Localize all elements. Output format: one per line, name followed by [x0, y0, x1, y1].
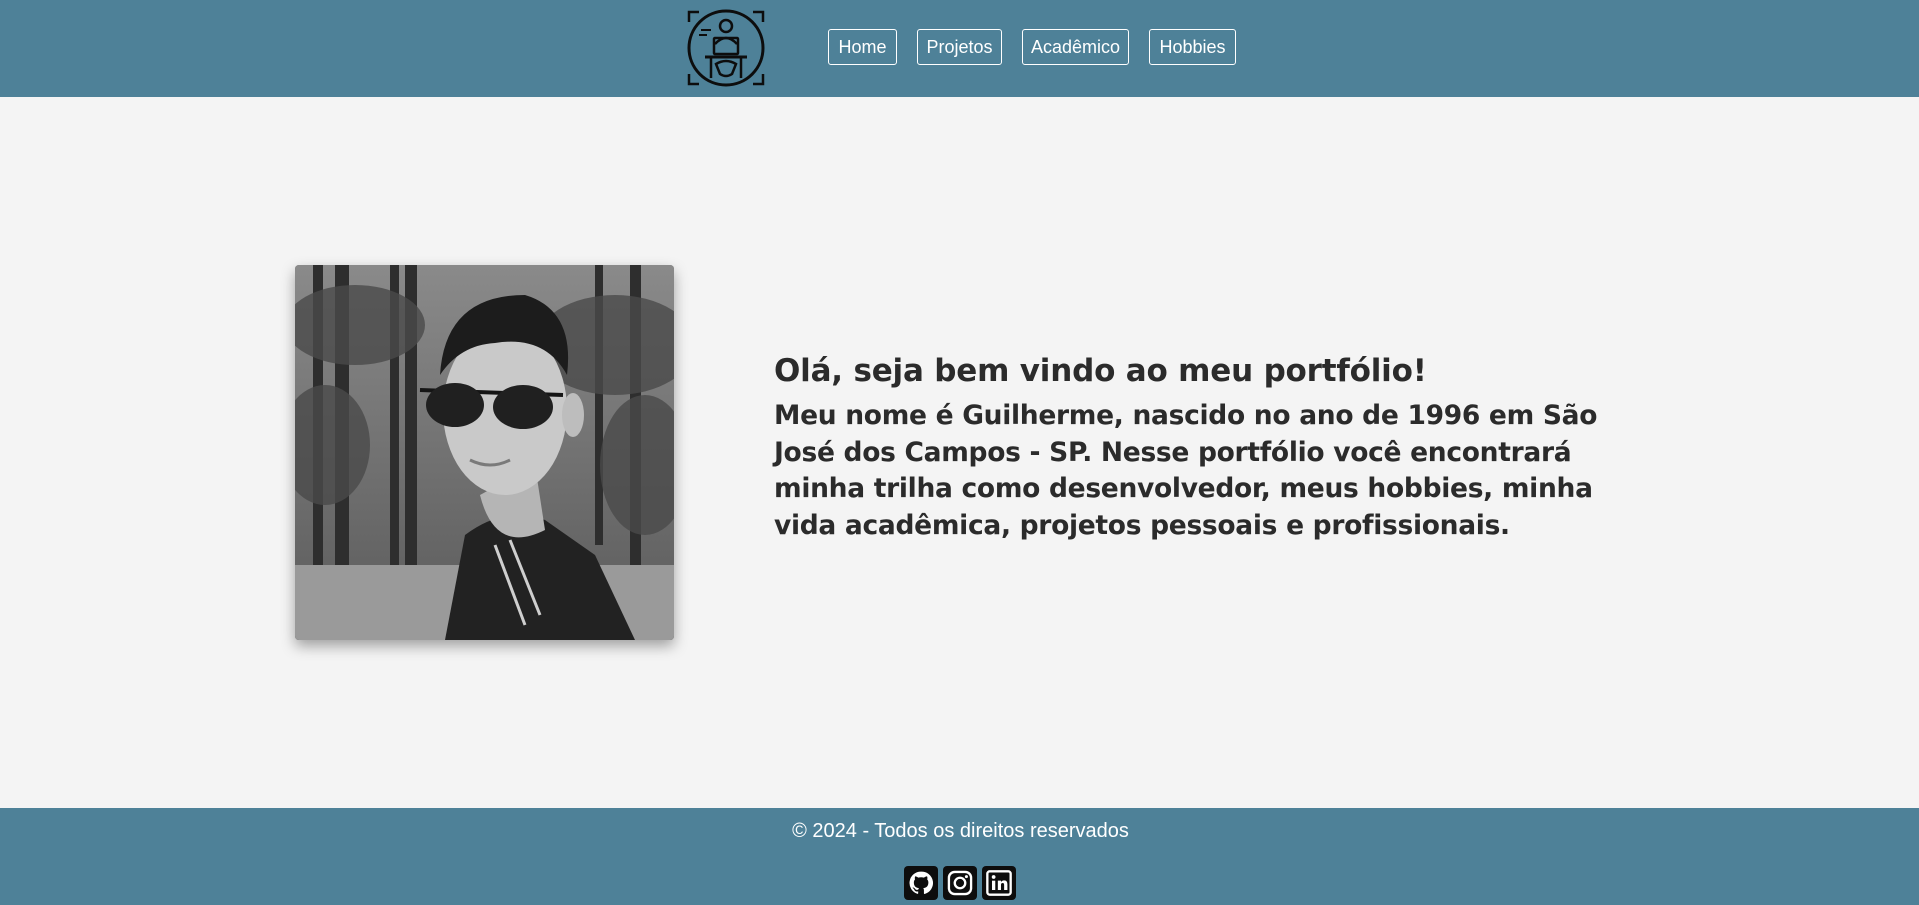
nav-home-button[interactable]: Home — [828, 29, 897, 65]
intro-section: Olá, seja bem vindo ao meu portfólio! Me… — [774, 350, 1644, 544]
instagram-link[interactable] — [943, 866, 977, 900]
linkedin-icon — [986, 870, 1012, 896]
top-navbar: Home Projetos Acadêmico Hobbies — [0, 0, 1919, 97]
github-icon — [909, 871, 934, 894]
developer-logo-icon[interactable] — [685, 8, 767, 88]
nav-hobbies-button[interactable]: Hobbies — [1149, 29, 1236, 65]
intro-paragraph: Meu nome é Guilherme, nascido no ano de … — [774, 400, 1598, 541]
welcome-heading: Olá, seja bem vindo ao meu portfólio! — [774, 353, 1427, 389]
nav-projetos-button[interactable]: Projetos — [917, 29, 1002, 65]
profile-photo-illustration — [295, 265, 674, 640]
github-link[interactable] — [904, 866, 938, 900]
copyright-text: © 2024 - Todos os direitos reservados — [792, 820, 1129, 842]
instagram-icon — [947, 870, 973, 896]
nav-academico-button[interactable]: Acadêmico — [1022, 29, 1129, 65]
linkedin-link[interactable] — [982, 866, 1016, 900]
footer: © 2024 - Todos os direitos reservados — [0, 808, 1919, 905]
profile-photo — [295, 265, 674, 640]
